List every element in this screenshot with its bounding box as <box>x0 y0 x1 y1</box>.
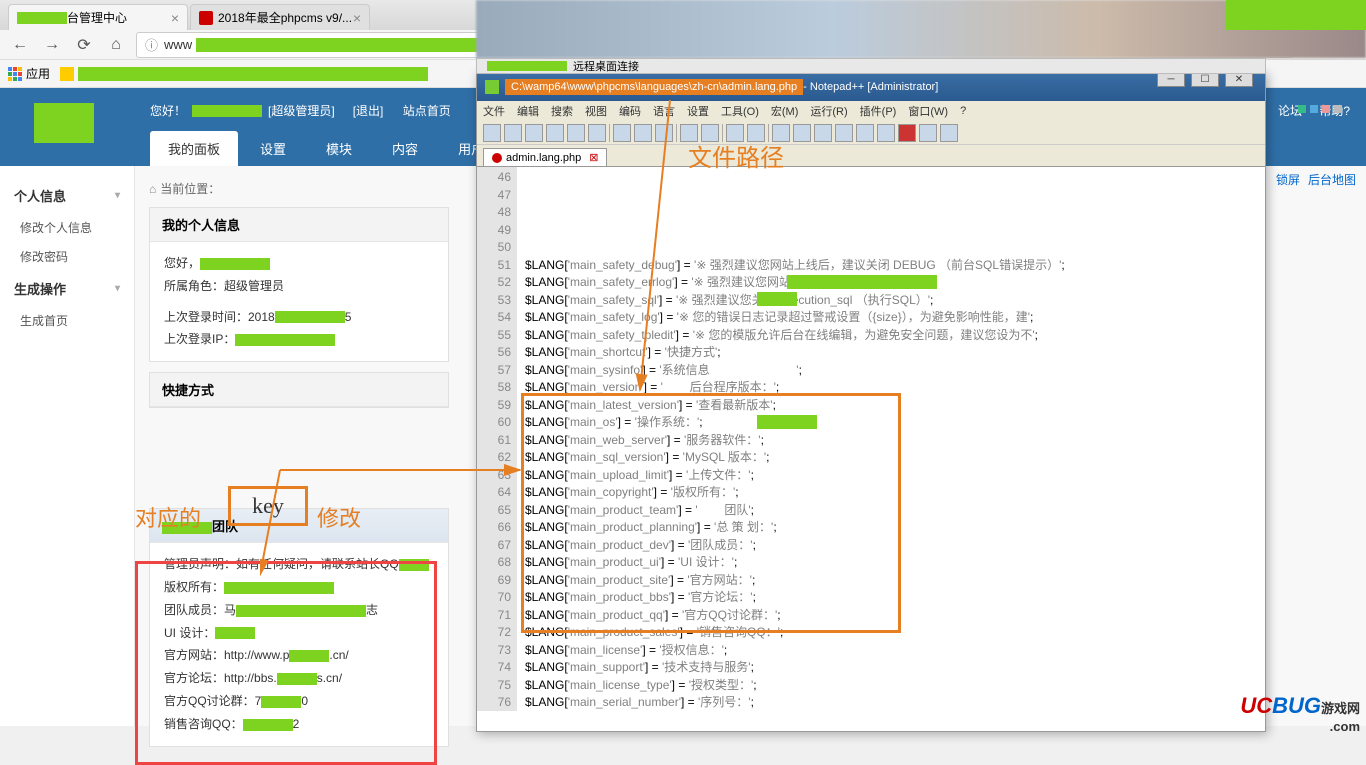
zoom-out-icon[interactable] <box>793 124 811 142</box>
text: 所属角色：超级管理员 <box>164 275 434 298</box>
sidebar: 个人信息▾ 修改个人信息 修改密码 生成操作▾ 生成首页 <box>0 166 135 726</box>
title-path: C:\wamp64\www\phpcms\languages\zh-cn\adm… <box>505 79 803 95</box>
reload-button[interactable]: ⟳ <box>72 33 96 57</box>
npp-titlebar[interactable]: C:\wamp64\www\phpcms\languages\zh-cn\adm… <box>477 73 1265 101</box>
tab-title: 2018年最全phpcms v9/... <box>218 9 352 26</box>
save-icon[interactable] <box>525 124 543 142</box>
home-icon: ⌂ <box>149 182 156 196</box>
close-icon[interactable] <box>567 124 585 142</box>
tab-settings[interactable]: 设置 <box>242 131 304 166</box>
play-icon[interactable] <box>919 124 937 142</box>
sidebar-heading-profile[interactable]: 个人信息▾ <box>0 178 134 213</box>
panel-profile: 我的个人信息 您好， 所属角色：超级管理员 上次登录时间：2018 5 上次登录I… <box>149 207 449 362</box>
bookmark-folder[interactable] <box>60 67 428 81</box>
favicon-icon <box>199 11 213 25</box>
annotation-key-box: key <box>228 486 308 526</box>
cut-icon[interactable] <box>613 124 631 142</box>
symbols-icon[interactable] <box>835 124 853 142</box>
annotation-label: 对应的 <box>135 501 201 533</box>
sidebar-heading-generate[interactable]: 生成操作▾ <box>0 271 134 306</box>
stop-icon[interactable] <box>940 124 958 142</box>
folder-icon <box>60 67 74 81</box>
sidebar-change-password[interactable]: 修改密码 <box>0 242 134 271</box>
sidebar-generate-home[interactable]: 生成首页 <box>0 306 134 335</box>
notepadpp-window: C:\wamp64\www\phpcms\languages\zh-cn\adm… <box>476 72 1266 732</box>
text: 5 <box>345 310 352 324</box>
tab-content[interactable]: 内容 <box>374 131 436 166</box>
copy-icon[interactable] <box>634 124 652 142</box>
unfold-icon[interactable] <box>877 124 895 142</box>
menu-language[interactable]: 语言 <box>653 103 675 119</box>
menu-help[interactable]: ? <box>960 105 966 117</box>
menu-run[interactable]: 运行(R) <box>810 103 847 119</box>
tab-title: 台管理中心 <box>67 9 127 26</box>
open-icon[interactable] <box>504 124 522 142</box>
menu-view[interactable]: 视图 <box>585 103 607 119</box>
panel-title: 快捷方式 <box>150 373 448 407</box>
text: 上次登录时间：2018 <box>164 310 275 324</box>
remote-desktop-title: 远程桌面连接 <box>476 58 1266 74</box>
lockscreen-link[interactable]: 锁屏 <box>1276 173 1300 187</box>
forward-button[interactable]: → <box>40 33 64 57</box>
apps-label: 应用 <box>26 65 50 82</box>
text: 上次登录IP： <box>164 332 235 346</box>
menu-settings[interactable]: 设置 <box>687 103 709 119</box>
saveall-icon[interactable] <box>546 124 564 142</box>
sitemap-link[interactable]: 后台地图 <box>1308 173 1356 187</box>
watermark: UCBUG游戏网 .com <box>1240 693 1360 734</box>
role-label: [超级管理员] <box>268 102 335 119</box>
menu-plugins[interactable]: 插件(P) <box>860 103 897 119</box>
menu-search[interactable]: 搜索 <box>551 103 573 119</box>
file-tab-admin-lang[interactable]: admin.lang.php⊠ <box>483 148 607 166</box>
panel-title: 我的个人信息 <box>150 208 448 242</box>
annotation-modify: 修改 <box>317 501 361 533</box>
npp-toolbar <box>477 121 1265 145</box>
close-icon[interactable]: × <box>353 10 361 26</box>
home-button[interactable]: ⌂ <box>104 33 128 57</box>
apps-button[interactable]: 应用 <box>8 65 50 82</box>
tab-module[interactable]: 模块 <box>308 131 370 166</box>
new-icon[interactable] <box>483 124 501 142</box>
menu-file[interactable]: 文件 <box>483 103 505 119</box>
logo <box>34 103 94 143</box>
annotation-code-box <box>521 393 901 633</box>
wrap-icon[interactable] <box>814 124 832 142</box>
npp-menubar: 文件 编辑 搜索 视图 编码 语言 设置 工具(O) 宏(M) 运行(R) 插件… <box>477 101 1265 121</box>
greeting-text: 您好！ <box>150 102 186 119</box>
annotation-filepath: 文件路径 <box>688 138 784 173</box>
logout-link[interactable]: [退出] <box>353 104 384 118</box>
close-icon[interactable]: × <box>171 10 179 26</box>
npp-file-tabs: admin.lang.php⊠ <box>477 145 1265 167</box>
title-suffix: - Notepad++ [Administrator] <box>803 81 938 93</box>
annotation-red-box <box>135 561 437 765</box>
tab-my-panel[interactable]: 我的面板 <box>150 131 238 166</box>
back-button[interactable]: ← <box>8 33 32 57</box>
close-icon[interactable]: ⊠ <box>589 151 598 164</box>
menu-edit[interactable]: 编辑 <box>517 103 539 119</box>
menu-window[interactable]: 窗口(W) <box>908 103 948 119</box>
site-index-link[interactable]: 站点首页 <box>403 104 451 118</box>
tab-phpcms[interactable]: 2018年最全phpcms v9/... × <box>190 4 370 30</box>
fold-icon[interactable] <box>856 124 874 142</box>
paste-icon[interactable] <box>655 124 673 142</box>
chevron-down-icon: ▾ <box>115 283 120 294</box>
menu-macro[interactable]: 宏(M) <box>771 103 799 119</box>
print-icon[interactable] <box>588 124 606 142</box>
text: 您好， <box>164 256 200 270</box>
modified-icon <box>492 153 502 163</box>
menu-encoding[interactable]: 编码 <box>619 103 641 119</box>
sidebar-edit-profile[interactable]: 修改个人信息 <box>0 213 134 242</box>
url-text: www <box>164 37 192 52</box>
record-icon[interactable] <box>898 124 916 142</box>
chevron-down-icon: ▾ <box>115 190 120 201</box>
npp-icon <box>485 80 499 94</box>
panel-shortcut: 快捷方式 <box>149 372 449 408</box>
menu-tools[interactable]: 工具(O) <box>721 103 759 119</box>
tab-admin[interactable]: 台管理中心 × <box>8 4 188 30</box>
